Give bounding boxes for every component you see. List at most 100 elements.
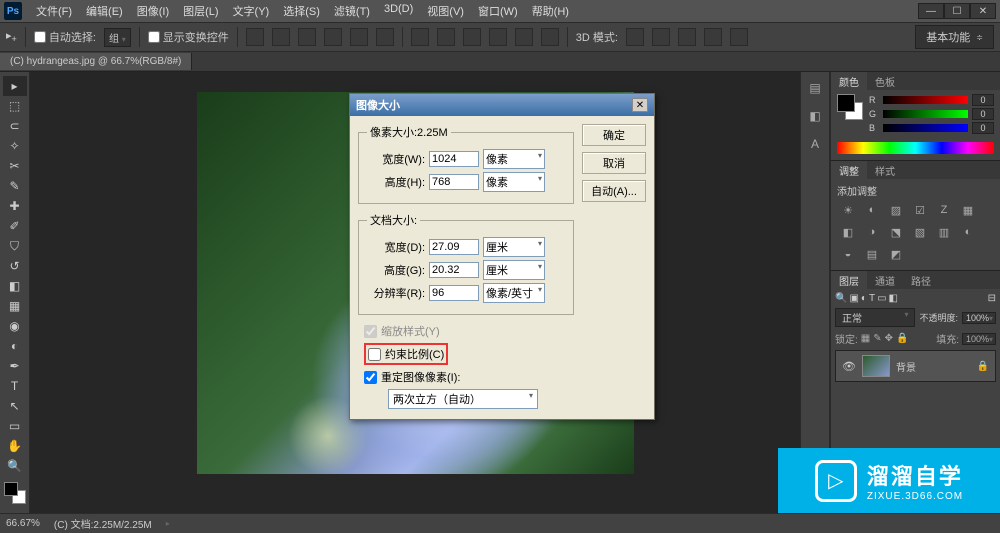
document-tab[interactable]: (C) hydrangeas.jpg @ 66.7%(RGB/8#): [0, 53, 192, 70]
crop-tool[interactable]: ✂: [3, 156, 27, 176]
tab-color[interactable]: 颜色: [831, 72, 867, 91]
gradient-tool[interactable]: ▦: [3, 296, 27, 316]
g-slider[interactable]: [883, 110, 968, 118]
filter-icon[interactable]: T: [869, 293, 875, 304]
adj-icon[interactable]: ☑: [911, 202, 929, 218]
distribute-icon[interactable]: [515, 28, 533, 46]
3d-mode-icon[interactable]: [730, 28, 748, 46]
b-slider[interactable]: [883, 124, 968, 132]
type-tool[interactable]: T: [3, 376, 27, 396]
adj-icon[interactable]: ▥: [935, 224, 953, 240]
align-icon[interactable]: [272, 28, 290, 46]
menu-image[interactable]: 图像(I): [131, 1, 175, 21]
stamp-tool[interactable]: ⛉: [3, 236, 27, 256]
brush-tool[interactable]: ✐: [3, 216, 27, 236]
zoom-level[interactable]: 66.67%: [6, 518, 40, 529]
opacity-value[interactable]: 100%▾: [962, 312, 996, 324]
3d-mode-icon[interactable]: [704, 28, 722, 46]
lock-icon[interactable]: ✥: [885, 333, 893, 344]
lasso-tool[interactable]: ⊂: [3, 116, 27, 136]
close-button[interactable]: ✕: [970, 3, 996, 19]
cancel-button[interactable]: 取消: [582, 152, 646, 174]
3d-mode-icon[interactable]: [652, 28, 670, 46]
3d-mode-icon[interactable]: [626, 28, 644, 46]
width-unit-select[interactable]: 像素▾: [483, 149, 545, 169]
show-transform-checkbox[interactable]: [148, 31, 160, 43]
height-unit-select[interactable]: 像素▾: [483, 172, 545, 192]
r-slider[interactable]: [883, 96, 968, 104]
menu-select[interactable]: 选择(S): [277, 1, 326, 21]
eyedropper-tool[interactable]: ✎: [3, 176, 27, 196]
menu-edit[interactable]: 编辑(E): [80, 1, 129, 21]
dwidth-input[interactable]: [429, 239, 479, 255]
align-icon[interactable]: [376, 28, 394, 46]
align-icon[interactable]: [298, 28, 316, 46]
adj-icon[interactable]: ▨: [887, 202, 905, 218]
adj-icon[interactable]: ◐: [959, 224, 977, 240]
menu-help[interactable]: 帮助(H): [526, 1, 575, 21]
wand-tool[interactable]: ✧: [3, 136, 27, 156]
adj-icon[interactable]: ▦: [959, 202, 977, 218]
align-icon[interactable]: [350, 28, 368, 46]
properties-icon[interactable]: ◧: [805, 106, 825, 126]
constrain-checkbox[interactable]: [368, 348, 381, 361]
eraser-tool[interactable]: ◧: [3, 276, 27, 296]
width-input[interactable]: [429, 151, 479, 167]
move-tool[interactable]: ▸: [3, 76, 27, 96]
shape-tool[interactable]: ▭: [3, 416, 27, 436]
tab-swatches[interactable]: 色板: [867, 72, 903, 91]
res-input[interactable]: [429, 285, 479, 301]
zoom-tool[interactable]: 🔍: [3, 456, 27, 476]
filter-icon[interactable]: ▣: [849, 293, 858, 304]
auto-button[interactable]: 自动(A)...: [582, 180, 646, 202]
maximize-button[interactable]: ☐: [944, 3, 970, 19]
menu-view[interactable]: 视图(V): [421, 1, 470, 21]
blend-mode-select[interactable]: 正常▾: [835, 308, 915, 327]
adj-icon[interactable]: ◑: [863, 224, 881, 240]
adj-icon[interactable]: ◧: [839, 224, 857, 240]
marquee-tool[interactable]: ⬚: [3, 96, 27, 116]
align-icon[interactable]: [324, 28, 342, 46]
tab-channels[interactable]: 通道: [867, 271, 903, 290]
tab-adjustments[interactable]: 调整: [831, 161, 867, 180]
menu-file[interactable]: 文件(F): [30, 1, 78, 21]
b-value[interactable]: 0: [972, 122, 994, 134]
layer-row[interactable]: 👁 背景 🔒: [835, 350, 996, 382]
r-value[interactable]: 0: [972, 94, 994, 106]
dheight-input[interactable]: [429, 262, 479, 278]
panel-color-swatch[interactable]: [837, 94, 863, 120]
character-icon[interactable]: A: [805, 134, 825, 154]
filter-icon[interactable]: 🔍: [835, 293, 847, 304]
menu-filter[interactable]: 滤镜(T): [328, 1, 376, 21]
heal-tool[interactable]: ✚: [3, 196, 27, 216]
adj-icon[interactable]: ◐: [863, 202, 881, 218]
adj-icon[interactable]: ☀: [839, 202, 857, 218]
distribute-icon[interactable]: [437, 28, 455, 46]
blur-tool[interactable]: ◉: [3, 316, 27, 336]
dialog-close-button[interactable]: ✕: [632, 98, 648, 112]
align-icon[interactable]: [246, 28, 264, 46]
lock-icon[interactable]: ▦: [861, 333, 870, 344]
lock-icon[interactable]: 🔒: [896, 333, 908, 344]
tab-paths[interactable]: 路径: [903, 271, 939, 290]
adj-icon[interactable]: Z: [935, 202, 953, 218]
menu-window[interactable]: 窗口(W): [472, 1, 524, 21]
path-tool[interactable]: ↖: [3, 396, 27, 416]
menu-type[interactable]: 文字(Y): [227, 1, 276, 21]
dwidth-unit-select[interactable]: 厘米▾: [483, 237, 545, 257]
adj-icon[interactable]: ◒: [839, 246, 857, 262]
spectrum-bar[interactable]: [837, 142, 994, 154]
lock-icon[interactable]: ✎: [873, 333, 881, 344]
tab-layers[interactable]: 图层: [831, 271, 867, 290]
resample-checkbox[interactable]: [364, 371, 377, 384]
adj-icon[interactable]: ⬔: [887, 224, 905, 240]
menu-3d[interactable]: 3D(D): [378, 1, 419, 21]
ok-button[interactable]: 确定: [582, 124, 646, 146]
menu-layer[interactable]: 图层(L): [177, 1, 224, 21]
tab-styles[interactable]: 样式: [867, 161, 903, 180]
hand-tool[interactable]: ✋: [3, 436, 27, 456]
g-value[interactable]: 0: [972, 108, 994, 120]
visibility-icon[interactable]: 👁: [842, 360, 856, 373]
workspace-switcher[interactable]: 基本功能≑: [915, 25, 994, 49]
distribute-icon[interactable]: [463, 28, 481, 46]
